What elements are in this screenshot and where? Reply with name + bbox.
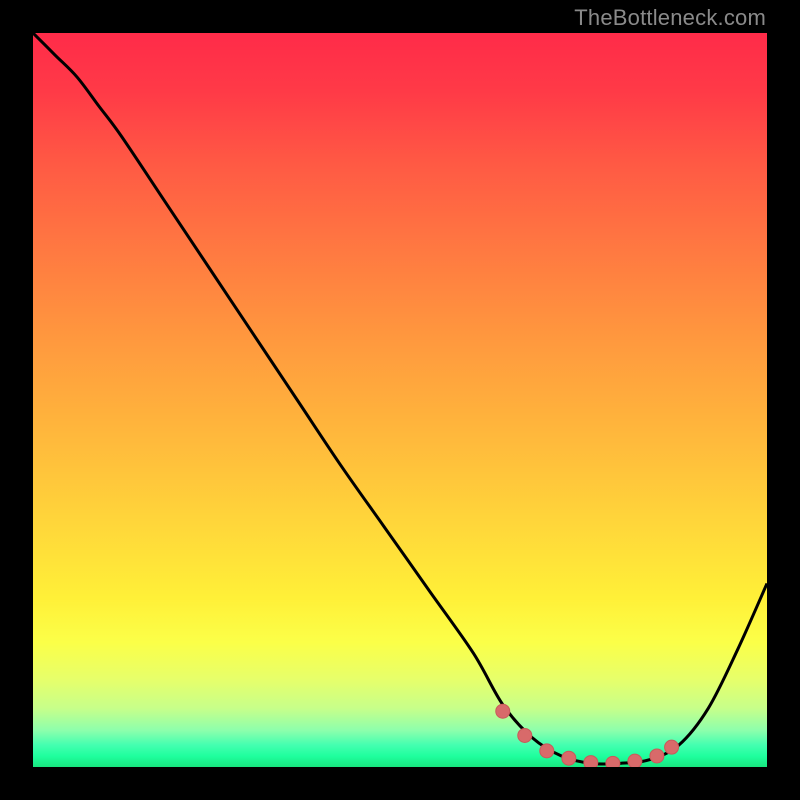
optimal-marker <box>665 740 679 754</box>
curve-layer <box>33 33 767 767</box>
chart-frame: TheBottleneck.com <box>0 0 800 800</box>
optimal-marker <box>540 744 554 758</box>
optimal-region-markers <box>496 704 679 767</box>
optimal-marker <box>628 754 642 767</box>
plot-area <box>33 33 767 767</box>
optimal-marker <box>496 704 510 718</box>
optimal-marker <box>584 756 598 767</box>
optimal-marker <box>562 751 576 765</box>
optimal-marker <box>606 756 620 767</box>
watermark-text: TheBottleneck.com <box>574 5 766 31</box>
bottleneck-curve <box>33 33 767 764</box>
optimal-marker <box>650 749 664 763</box>
optimal-marker <box>518 728 532 742</box>
